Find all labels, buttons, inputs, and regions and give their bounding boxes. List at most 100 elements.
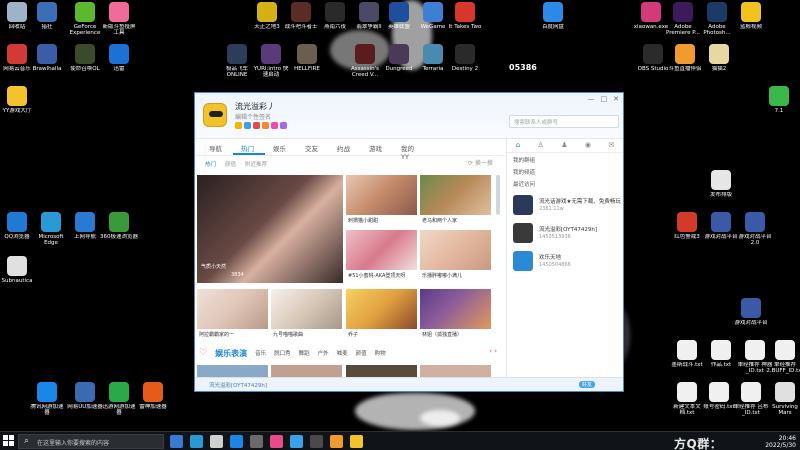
desktop-shortcut[interactable]: 作品.txt [702,340,740,368]
search-input[interactable]: 搜索联系人或群号 [509,115,619,128]
stream-tile[interactable] [420,289,491,329]
desktop-shortcut[interactable]: 百度网盘 [534,2,572,30]
stream-thumbnail[interactable] [271,365,342,377]
friends-tag[interactable]: 好友 [578,381,595,388]
taskbar-app-icon[interactable] [270,435,283,448]
carousel-arrows[interactable]: ‹ › [489,347,497,355]
category-talk[interactable]: 脱口秀 [274,349,291,357]
scrollbar[interactable] [496,175,500,215]
desktop-shortcut[interactable]: 腾讯网游加速器 [28,382,66,417]
category-shopping[interactable]: 购物 [375,349,386,357]
desktop-shortcut[interactable]: Assassin's Creed V... [346,44,384,79]
stream-tile[interactable] [346,230,417,270]
category-shout[interactable]: 喊麦 [337,349,348,357]
desktop-shortcut[interactable]: YURI:intro 快速启动 [252,44,290,79]
stream-tile[interactable] [420,175,491,215]
mail-icon[interactable]: ✉ [608,141,614,152]
contact-item[interactable]: 流光溢彩[OYT47429h] 1450513936 [513,223,623,245]
desktop-shortcut[interactable]: 天正之地3 [248,2,286,30]
desktop-shortcut[interactable]: 发布排版 [702,170,740,198]
stream-tile[interactable]: 气质小天然 3834 [197,175,343,283]
desktop-shortcut[interactable]: Microsoft Edge [32,212,70,247]
tab-nav[interactable]: 导航 [201,139,233,155]
stream-tile[interactable] [197,289,268,329]
close-button[interactable]: ✕ [613,95,619,103]
desktop-shortcut[interactable]: 迅游网游加速器 [100,382,138,417]
taskbar-app-icon[interactable] [250,435,263,448]
stream-tile[interactable] [346,175,417,215]
desktop-shortcut[interactable]: 斗鱼直播伴侣 [666,44,704,72]
refresh-button[interactable]: ⟳ 换一换 [468,158,493,167]
contact-item[interactable]: 流光话游戏★无需下载、免费畅玩 2381.11w [513,195,623,217]
desktop-shortcut[interactable]: Adobe Premiere P... [664,2,702,37]
desktop-shortcut[interactable]: QQ浏览器 [0,212,36,240]
yy-main-window[interactable]: 流光溢彩丿 编辑个性签名 — □ ✕ 搜索联系人或群号 导航 热门 娱乐 交友 … [194,92,624,450]
desktop-shortcut[interactable]: 燕南六夜 [316,2,354,30]
taskbar-app-icon[interactable] [190,435,203,448]
desktop-shortcut[interactable]: Destiny 2 [446,44,484,72]
taskbar-app-icon[interactable] [210,435,223,448]
tab-hot[interactable]: 热门 [233,139,265,155]
category-looks[interactable]: 颜值 [356,349,367,357]
contacts-icon[interactable]: ♙ [538,141,544,152]
subtab-looks[interactable]: 颜值 [225,160,236,170]
tab-entertainment[interactable]: 娱乐 [265,139,297,155]
bottom-channel-text[interactable]: 流光溢彩[OYT47429h] [209,381,267,389]
tab-friends[interactable]: 交友 [297,139,329,155]
desktop-shortcut[interactable]: 游戏对战平台 2.0 [736,212,774,247]
category-music[interactable]: 音乐 [255,349,266,357]
desktop-shortcut[interactable]: 新版斗鱼投屏工具 [100,2,138,37]
desktop-shortcut[interactable]: 360极速浏览器 [100,212,138,240]
stream-tile[interactable] [271,289,342,329]
taskbar-app-icon[interactable] [350,435,363,448]
signature[interactable]: 编辑个性签名 [235,112,271,121]
desktop-shortcut[interactable]: Dungreed [380,44,418,72]
start-button[interactable] [3,435,15,447]
desktop-shortcut[interactable]: 猎狂 [28,2,66,30]
desktop-shortcut[interactable]: It Takes Two [446,2,484,30]
desktop-shortcut[interactable]: 英雄联盟 [380,2,418,30]
desktop-shortcut[interactable]: YY游戏大厅 [0,86,36,114]
taskbar-app-icon[interactable] [330,435,343,448]
desktop-shortcut[interactable]: 7.1 [760,86,798,114]
desktop-shortcut[interactable]: Surviving Mars [766,382,800,417]
desktop-shortcut[interactable]: 猫猫2 [700,44,738,72]
desktop-shortcut[interactable]: 使命召唤OL [66,44,104,72]
stream-thumbnail[interactable] [346,365,417,377]
stream-tile[interactable] [346,289,417,329]
recent-visits[interactable]: 最近访问 [507,177,623,189]
desktop-shortcut[interactable]: 单经推荐 2.BUFF_ID.txt [766,340,800,375]
desktop-shortcut[interactable]: 游戏对战平台 [702,212,740,240]
subtab-hot[interactable]: 热门 [205,160,216,170]
desktop-shortcut[interactable]: 上网导航 [66,212,104,240]
desktop-shortcut[interactable]: Brawlhalla [28,44,66,72]
taskbar-app-icon[interactable] [290,435,303,448]
channel-icon[interactable]: ◉ [585,141,591,152]
my-groups[interactable]: 我的群组 [507,153,623,165]
stream-thumbnail[interactable] [197,365,268,377]
category-dance[interactable]: 舞蹈 [299,349,310,357]
desktop-shortcut[interactable]: 迅雷 [100,44,138,72]
desktop-shortcut[interactable]: GeForce Experience [66,2,104,37]
taskbar-app-icon[interactable] [230,435,243,448]
category-outdoor[interactable]: 户外 [318,349,329,357]
desktop-shortcut[interactable]: 蓝鲸视频 [732,2,770,30]
desktop-shortcut[interactable]: 战斗吧斗者士 [282,2,320,30]
desktop-shortcut[interactable]: 雷神加速器 [134,382,172,410]
desktop-shortcut[interactable]: 游戏对战平台 [732,298,770,326]
user-avatar[interactable] [203,103,227,127]
group-icon[interactable]: ♟ [561,141,567,152]
tab-games[interactable]: 游戏 [361,139,393,155]
taskbar-app-icon[interactable] [170,435,183,448]
subtab-nearby[interactable]: 附近推荐 [245,160,267,170]
desktop-shortcut[interactable]: 账号密码.txt [700,382,738,410]
stream-thumbnail[interactable] [420,365,491,377]
desktop-shortcut[interactable]: 网易UU加速器 [66,382,104,410]
tab-my-yy[interactable]: 我的YY [393,139,425,161]
maximize-button[interactable]: □ [601,95,608,103]
contact-item[interactable]: 欢乐天地 1450504866 [513,251,623,273]
desktop-shortcut[interactable]: Subnautica [0,256,36,284]
taskbar-search[interactable]: ⌕ 在这里输入你要搜索的内容 [18,434,164,449]
desktop-shortcut[interactable]: HELLFIRE [288,44,326,72]
desktop-shortcut[interactable]: 墨斯战斗.txt [668,340,706,368]
